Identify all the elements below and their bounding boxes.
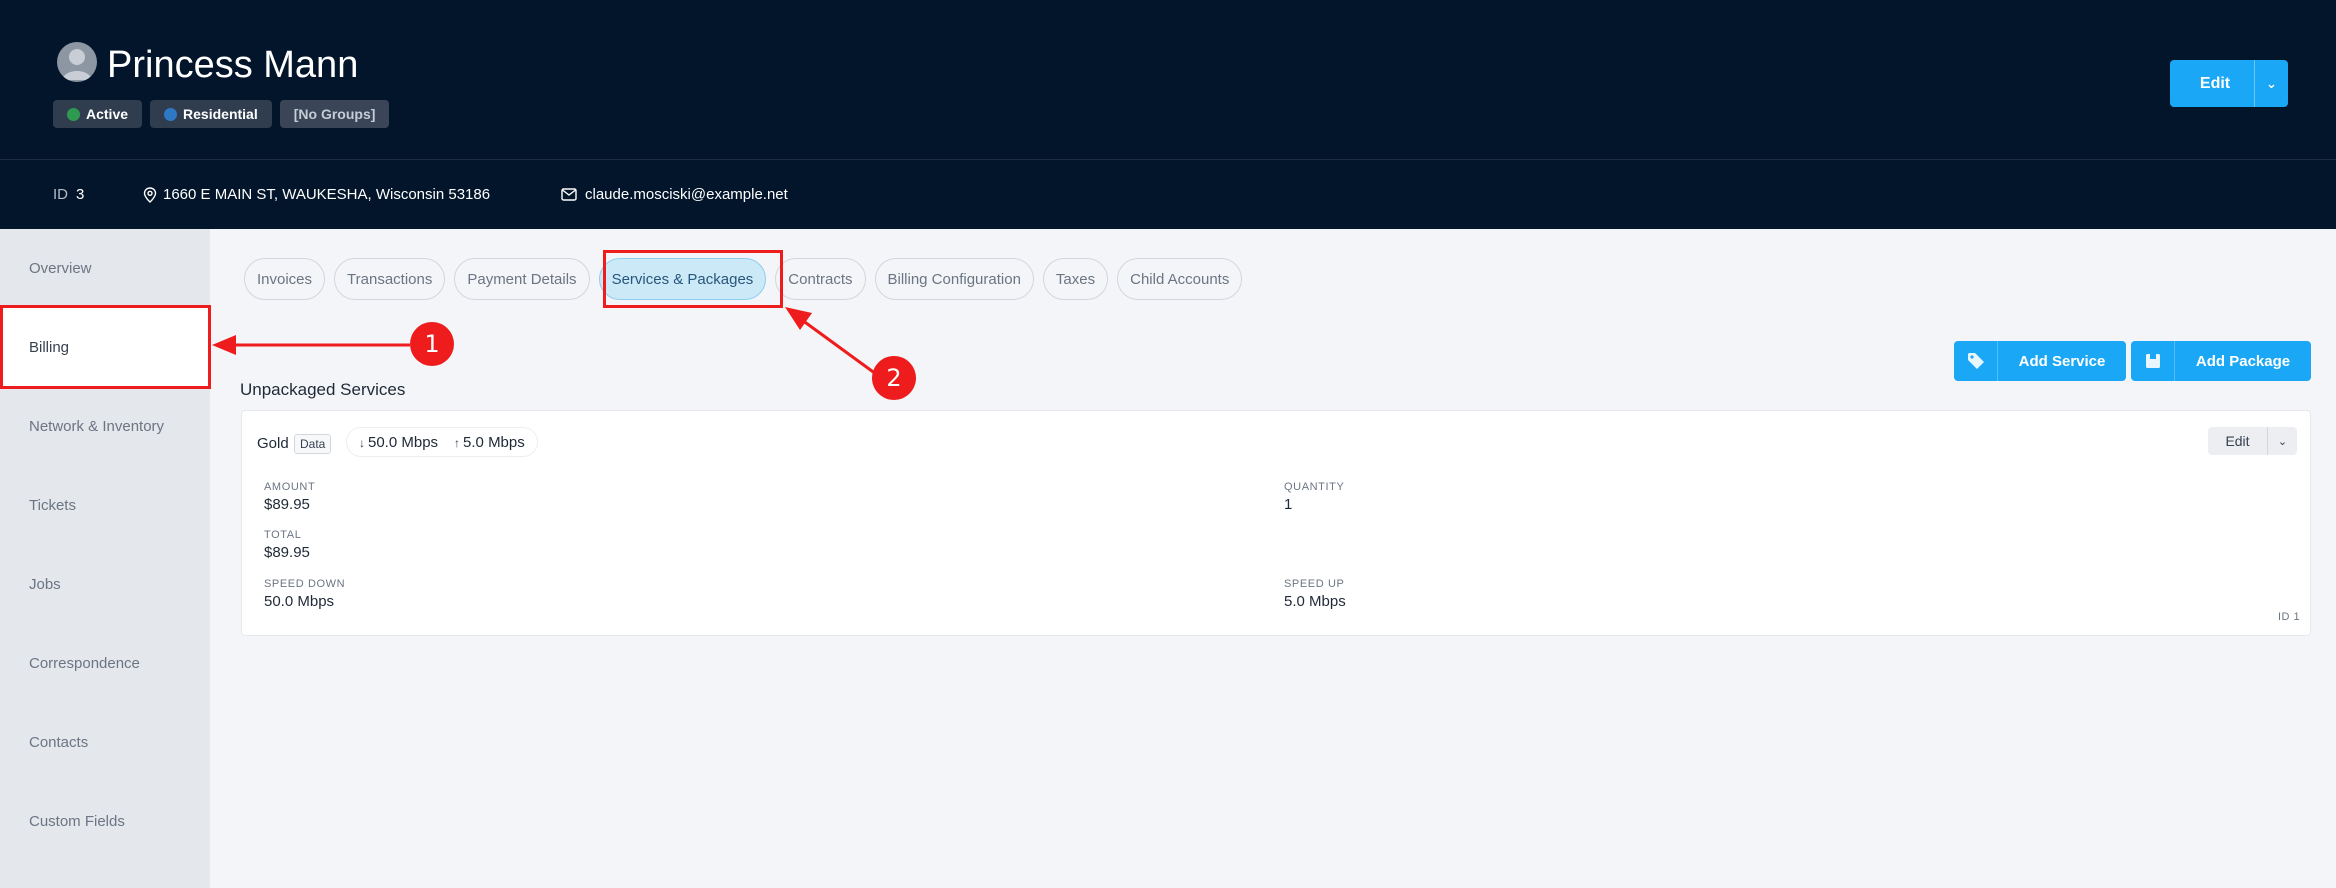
- edit-service-button[interactable]: Edit ⌄: [2208, 427, 2297, 455]
- speed-down-label: SPEED DOWN: [264, 578, 346, 590]
- speed-down-field-value: 50.0 Mbps: [264, 593, 335, 610]
- sidebar-item-label[interactable]: Network & Inventory: [29, 418, 164, 435]
- speed-up-label: SPEED UP: [1284, 578, 1345, 590]
- sidebar-item-label[interactable]: Contacts: [29, 734, 88, 751]
- sidebar-item-correspondence[interactable]: Correspondence: [0, 624, 210, 703]
- address-text[interactable]: 1660 E MAIN ST, WAUKESHA, Wisconsin 5318…: [163, 186, 490, 203]
- active-dot-icon: [67, 107, 80, 121]
- speed-down-group: ↓ 50.0 Mbps: [359, 434, 438, 451]
- badge-label: [No Groups]: [293, 106, 376, 122]
- annotation-arrow-2: [801, 318, 877, 376]
- sidebar-item-overview[interactable]: Overview: [0, 229, 210, 308]
- email-text[interactable]: claude.mosciski@example.net: [585, 186, 788, 203]
- status-badges: Active Residential [No Groups]: [53, 100, 390, 128]
- quantity-label: QUANTITY: [1284, 481, 1345, 493]
- sidebar-item-network-inventory[interactable]: Network & Inventory: [0, 387, 210, 466]
- customer-header: Princess Mann Active Residential [No Gro…: [0, 0, 2336, 160]
- service-type-badge: Data: [294, 434, 332, 454]
- sidebar-item-label[interactable]: Custom Fields: [29, 813, 125, 830]
- speed-down-value: 50.0 Mbps: [368, 433, 439, 451]
- chevron-down-icon[interactable]: ⌄: [2254, 60, 2288, 107]
- annotation-box-services-tab: [603, 250, 783, 308]
- customer-id-value: 3: [76, 186, 85, 203]
- tab-contracts[interactable]: Contracts: [775, 258, 866, 300]
- section-title: Unpackaged Services: [240, 380, 406, 399]
- sidebar-item-label[interactable]: Overview: [29, 260, 92, 277]
- service-card: Gold Data ↓ 50.0 Mbps ↑ 5.0 Mbps Edit ⌄ AM…: [241, 410, 2311, 636]
- total-field: TOTAL $89.95: [264, 529, 310, 561]
- annotation-box-billing: [0, 305, 211, 389]
- chevron-down-icon[interactable]: ⌄: [2267, 427, 2297, 455]
- badge-label: Residential: [183, 106, 258, 122]
- map-pin-icon: [143, 186, 157, 203]
- speed-up-field: SPEED UP 5.0 Mbps: [1284, 578, 1346, 610]
- customer-id: ID 3: [53, 186, 84, 203]
- edit-service-label[interactable]: Edit: [2208, 427, 2267, 455]
- edit-button-label[interactable]: Edit: [2170, 60, 2254, 107]
- tab-billing-configuration[interactable]: Billing Configuration: [874, 258, 1034, 300]
- amount-value: $89.95: [264, 496, 310, 513]
- package-icon: [2131, 341, 2175, 381]
- add-package-button[interactable]: Add Package: [2131, 341, 2311, 381]
- sidebar-item-jobs[interactable]: Jobs: [0, 545, 210, 624]
- tab-child-accounts[interactable]: Child Accounts: [1117, 258, 1243, 300]
- customer-email[interactable]: claude.mosciski@example.net: [561, 186, 788, 203]
- speed-down-field: SPEED DOWN 50.0 Mbps: [264, 578, 345, 610]
- add-service-label[interactable]: Add Service: [1998, 353, 2126, 370]
- speed-up-value: 5.0 Mbps: [463, 433, 525, 451]
- status-badge-active: Active: [53, 100, 143, 128]
- annotation-marker-1: 1: [410, 322, 454, 366]
- sidebar-item-label[interactable]: Jobs: [29, 576, 61, 593]
- customer-info-bar: ID 3 1660 E MAIN ST, WAUKESHA, Wisconsin…: [0, 160, 2336, 229]
- amount-field: AMOUNT $89.95: [264, 481, 315, 513]
- speed-up-group: ↑ 5.0 Mbps: [454, 434, 525, 451]
- quantity-value: 1: [1284, 496, 1293, 513]
- speed-pill: ↓ 50.0 Mbps ↑ 5.0 Mbps: [346, 427, 538, 457]
- arrow-up-icon: ↑: [454, 435, 461, 450]
- tag-icon: [1954, 341, 1998, 381]
- speed-up-field-value: 5.0 Mbps: [1284, 593, 1346, 610]
- avatar: [57, 42, 97, 82]
- badge-label: Active: [86, 106, 129, 122]
- sidebar-item-custom-fields[interactable]: Custom Fields: [0, 782, 210, 861]
- tab-taxes[interactable]: Taxes: [1042, 258, 1109, 300]
- total-label: TOTAL: [264, 529, 302, 541]
- sidebar-item-label[interactable]: Correspondence: [29, 655, 140, 672]
- arrow-head-1-icon: [212, 335, 236, 355]
- user-icon: [62, 49, 92, 80]
- annotation-marker-2: 2: [872, 356, 916, 400]
- tab-payment-details[interactable]: Payment Details: [454, 258, 590, 300]
- customer-name: Princess Mann: [107, 44, 359, 86]
- customer-address[interactable]: 1660 E MAIN ST, WAUKESHA, Wisconsin 5318…: [143, 186, 490, 203]
- tab-transactions[interactable]: Transactions: [334, 258, 446, 300]
- sidebar-item-contacts[interactable]: Contacts: [0, 703, 210, 782]
- add-package-label[interactable]: Add Package: [2175, 353, 2311, 370]
- edit-customer-button[interactable]: Edit ⌄: [2170, 60, 2288, 107]
- service-name: Gold: [257, 435, 289, 452]
- mail-icon: [561, 188, 577, 201]
- amount-label: AMOUNT: [264, 481, 316, 493]
- arrow-down-icon: ↓: [359, 435, 365, 450]
- sidebar-item-tickets[interactable]: Tickets: [0, 466, 210, 545]
- residential-dot-icon: [164, 107, 178, 121]
- sidebar-item-label[interactable]: Tickets: [29, 497, 76, 514]
- quantity-field: QUANTITY 1: [1284, 481, 1344, 513]
- add-service-button[interactable]: Add Service: [1954, 341, 2126, 381]
- groups-badge: [No Groups]: [279, 100, 390, 128]
- total-value: $89.95: [264, 544, 310, 561]
- customer-id-label: ID: [53, 186, 68, 203]
- service-id: ID 1: [2278, 611, 2301, 623]
- tab-invoices[interactable]: Invoices: [244, 258, 326, 300]
- arrow-head-2-icon: [785, 307, 812, 330]
- type-badge-residential: Residential: [150, 100, 272, 128]
